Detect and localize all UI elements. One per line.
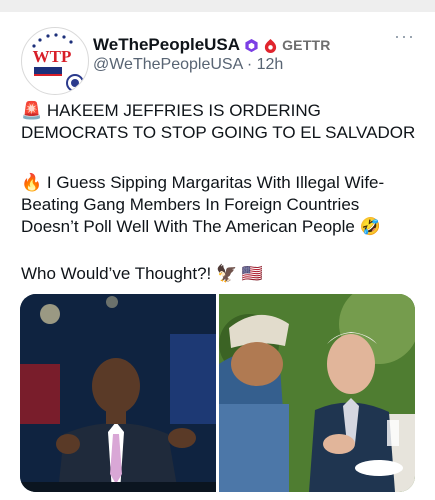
post-meta: @WeThePeopleUSA · 12h [93, 56, 283, 74]
display-name[interactable]: WeThePeopleUSA [93, 35, 240, 55]
source-label: GETTR [282, 37, 331, 53]
post-paragraph-closing: Who Would’ve Thought?! 🦅 🇺🇸 [21, 264, 264, 283]
moderator-badge-icon [245, 38, 258, 52]
avatar[interactable]: WTP [21, 27, 89, 95]
avatar-seal-icon [66, 74, 84, 92]
post-image-left[interactable] [20, 294, 216, 492]
timestamp[interactable]: 12h [257, 56, 284, 73]
meta-separator: · [246, 56, 253, 73]
handle[interactable]: @WeThePeopleUSA [93, 56, 242, 73]
top-status-strip [0, 0, 435, 12]
post-media[interactable] [20, 294, 415, 492]
gettr-logo-icon [264, 38, 277, 53]
post-paragraph-comment: 🔥 I Guess Sipping Margaritas With Illega… [21, 173, 385, 236]
post-header-name-row: WeThePeopleUSA GETTR [93, 35, 331, 55]
left-photo-illustration [20, 294, 216, 492]
post-image-right[interactable] [219, 294, 415, 492]
right-photo-illustration [219, 294, 415, 492]
more-options-icon[interactable]: ··· [394, 26, 415, 47]
avatar-logo-text: WTP [33, 47, 72, 66]
post-paragraph-headline: 🚨 HAKEEM JEFFRIES IS ORDERING DEMOCRATS … [21, 101, 416, 142]
